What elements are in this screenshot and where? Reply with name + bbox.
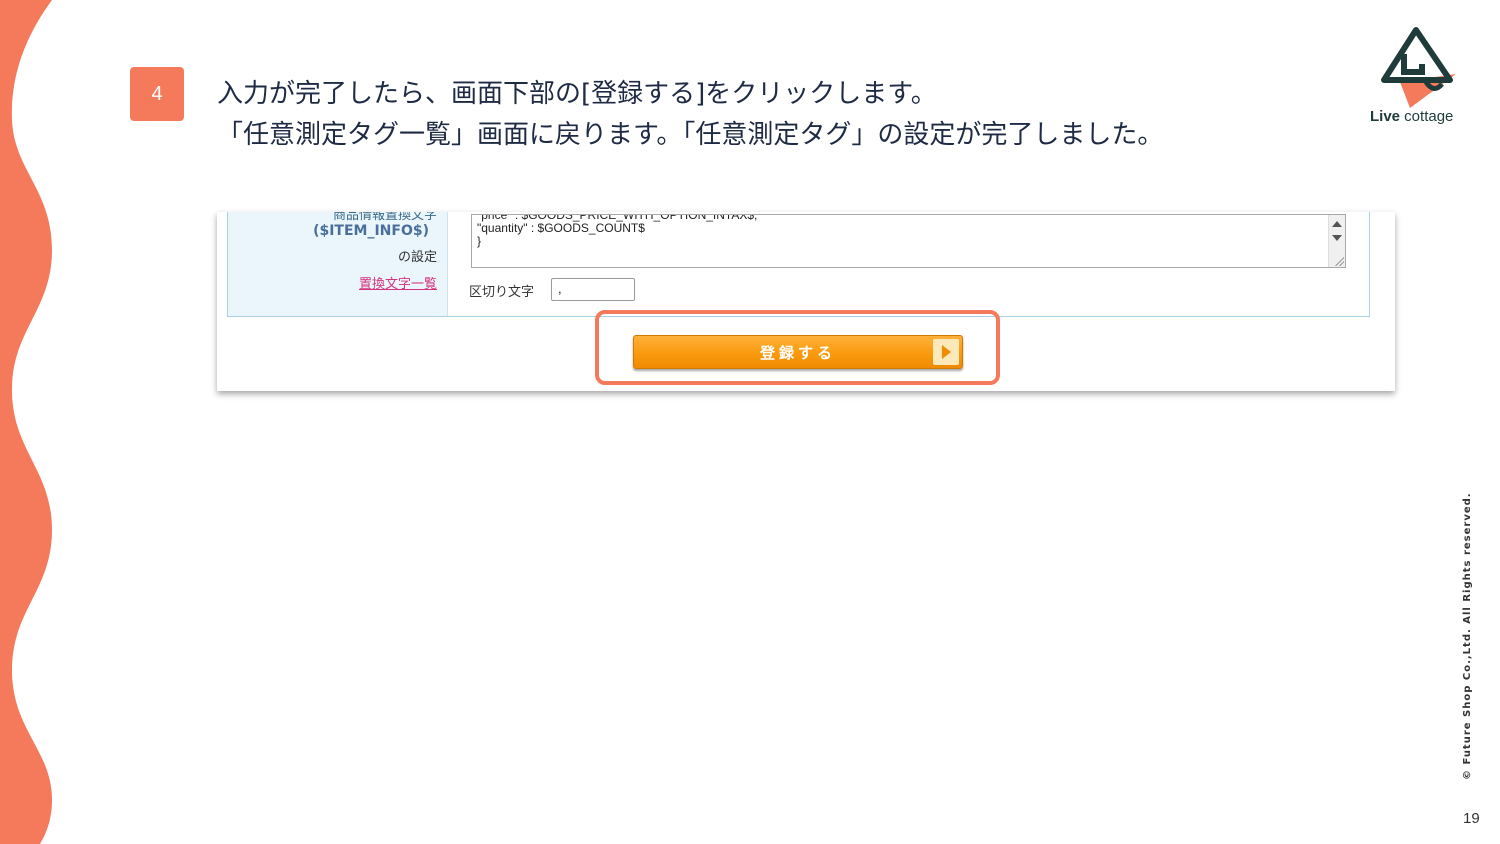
- field-label-variable: ($ITEM_INFO$): [313, 223, 429, 239]
- delimiter-label: 区切り文字: [469, 285, 535, 300]
- page-number: 19: [1463, 810, 1480, 827]
- button-arrow-box: [933, 339, 959, 365]
- house-logo-icon: [1381, 27, 1456, 108]
- logo-text-bold: Live: [1370, 108, 1401, 125]
- logo-text: Live cottage: [1370, 108, 1453, 125]
- textarea-line: }: [477, 234, 482, 248]
- delimiter-input[interactable]: ,: [551, 278, 635, 301]
- textarea-line: "quantity" : $GOODS_COUNT$: [477, 221, 645, 235]
- settings-form-table: 商品情報置換文字 ($ITEM_INFO$) の設定 置換文字一覧 "price…: [227, 212, 1370, 317]
- instruction-text: 入力が完了したら、画面下部の[登録する]をクリックします。 「任意測定タグ一覧」…: [217, 74, 1163, 156]
- step-number-badge: 4: [130, 67, 184, 121]
- logo-text-rest: cottage: [1400, 108, 1454, 125]
- live-cottage-logo: Live cottage: [1366, 24, 1466, 128]
- instruction-line-2: 「任意測定タグ一覧」画面に戻ります。「任意測定タグ」の設定が完了しました。: [217, 120, 1164, 150]
- field-label-cut: 商品情報置換文字: [332, 212, 437, 223]
- register-button-label: 登録する: [759, 343, 836, 362]
- register-button[interactable]: 登録する: [633, 335, 963, 369]
- resize-grip-icon[interactable]: [1334, 256, 1344, 266]
- instruction-line-1: 入力が完了したら、画面下部の[登録する]をクリックします。: [217, 79, 937, 109]
- field-label-setting: の設定: [397, 250, 437, 265]
- scroll-up-arrow-icon[interactable]: [1332, 221, 1342, 227]
- copyright-text: © Future Shop Co.,Ltd. All Rights reserv…: [1462, 492, 1473, 780]
- decorative-wave: [0, 0, 52, 844]
- field-label-cell: 商品情報置換文字 ($ITEM_INFO$) の設定 置換文字一覧: [228, 212, 448, 316]
- replacement-chars-link[interactable]: 置換文字一覧: [359, 273, 437, 292]
- play-arrow-icon: [942, 345, 951, 359]
- item-info-textarea[interactable]: "price" : $GOODS_PRICE_WITH_OPTION_INTAX…: [471, 214, 1346, 268]
- scroll-down-arrow-icon[interactable]: [1332, 235, 1342, 241]
